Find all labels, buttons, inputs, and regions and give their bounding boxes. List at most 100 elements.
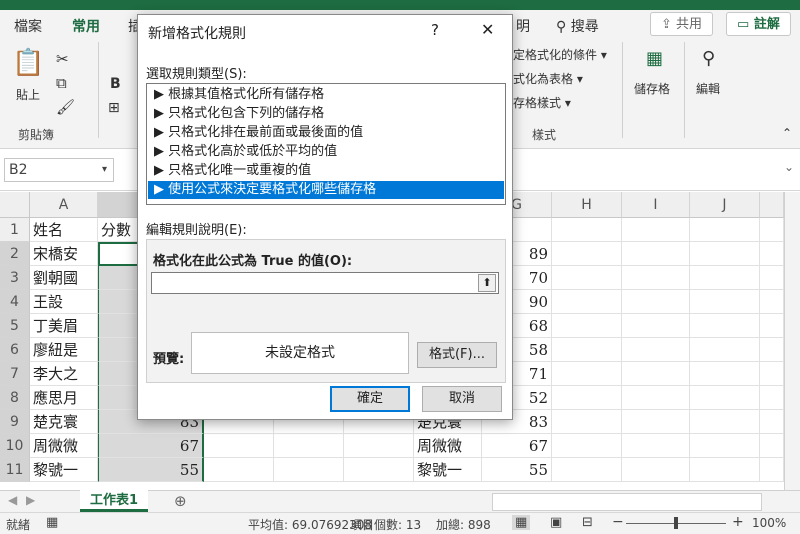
cell-empty[interactable] <box>760 362 784 386</box>
cell-empty[interactable] <box>552 338 622 362</box>
row-header[interactable]: 8 <box>0 386 30 410</box>
cell-empty[interactable] <box>552 314 622 338</box>
cell-name[interactable]: 宋橋安 <box>30 242 98 266</box>
vertical-scrollbar[interactable] <box>784 192 800 490</box>
cell-empty[interactable] <box>760 314 784 338</box>
cell-empty[interactable] <box>344 458 414 482</box>
select-all-corner[interactable] <box>0 192 30 218</box>
cell-empty[interactable] <box>622 410 690 434</box>
tab-file[interactable]: 檔案 <box>14 16 42 36</box>
col-header-i[interactable]: I <box>622 192 690 218</box>
page-break-icon[interactable]: ⊟ <box>582 515 593 530</box>
col-header-h[interactable]: H <box>552 192 622 218</box>
cell-empty[interactable] <box>622 290 690 314</box>
scroll-left-icon[interactable]: ◀ <box>8 493 17 507</box>
col-header-a[interactable]: A <box>30 192 98 218</box>
cell-empty[interactable] <box>552 458 622 482</box>
row-header[interactable]: 7 <box>0 362 30 386</box>
cell-name[interactable]: 周微微 <box>30 434 98 458</box>
horizontal-scrollbar[interactable] <box>492 493 762 511</box>
rule-type-item[interactable]: ▶ 只格式化唯一或重複的值 <box>148 162 512 180</box>
format-button[interactable]: 格式(F)... <box>417 342 497 368</box>
cell-empty[interactable] <box>622 242 690 266</box>
format-painter-icon[interactable]: 🖌 <box>56 98 75 116</box>
row-header[interactable]: 1 <box>0 218 30 242</box>
cell-empty[interactable] <box>274 458 344 482</box>
col-header-k[interactable] <box>760 192 784 218</box>
find-icon[interactable]: ⚲ <box>702 48 715 69</box>
zoom-out-icon[interactable]: − <box>612 514 624 530</box>
cell-score[interactable]: 67 <box>98 434 204 458</box>
cell-name[interactable]: 應思月 <box>30 386 98 410</box>
zoom-level[interactable]: 100% <box>752 516 786 530</box>
cell-empty[interactable] <box>622 362 690 386</box>
cell-empty[interactable] <box>760 290 784 314</box>
copy-icon[interactable]: ⧉ <box>56 74 67 92</box>
col-header-j[interactable]: J <box>690 192 760 218</box>
cell-empty[interactable] <box>690 458 760 482</box>
row-header[interactable]: 11 <box>0 458 30 482</box>
cell-empty[interactable] <box>760 458 784 482</box>
cell-empty[interactable] <box>760 266 784 290</box>
cell-empty[interactable] <box>760 410 784 434</box>
cell-empty[interactable] <box>690 386 760 410</box>
page-layout-icon[interactable]: ▣ <box>550 515 562 530</box>
cell-empty[interactable] <box>552 410 622 434</box>
comments-button[interactable]: ▭ 註解 <box>726 12 791 36</box>
cell-empty[interactable] <box>690 434 760 458</box>
rule-type-item[interactable]: ▶ 根據其值格式化所有儲存格 <box>148 86 512 104</box>
cell-empty[interactable] <box>274 434 344 458</box>
editing-button[interactable]: 編輯 <box>696 80 720 97</box>
add-sheet-icon[interactable]: ⊕ <box>174 492 187 510</box>
cell-score-copy[interactable]: 55 <box>482 458 552 482</box>
cut-icon[interactable]: ✂ <box>56 50 69 68</box>
conditional-format-button[interactable]: 定格式化的條件 ▾ <box>513 46 607 63</box>
row-header[interactable]: 2 <box>0 242 30 266</box>
cell-name[interactable]: 劉朝國 <box>30 266 98 290</box>
help-button[interactable]: ? <box>431 21 439 39</box>
rule-type-item[interactable]: ▶ 只格式化包含下列的儲存格 <box>148 105 512 123</box>
zoom-in-icon[interactable]: + <box>732 514 744 530</box>
cell-empty[interactable] <box>204 434 274 458</box>
cell-empty[interactable] <box>760 338 784 362</box>
cell-score-copy[interactable]: 67 <box>482 434 552 458</box>
expand-formula-icon[interactable]: ⌄ <box>784 160 794 174</box>
row-header[interactable]: 4 <box>0 290 30 314</box>
tab-home[interactable]: 常用 <box>72 16 100 42</box>
cell-name[interactable]: 楚克寰 <box>30 410 98 434</box>
cell-empty[interactable] <box>760 434 784 458</box>
sheet-tab-active[interactable]: 工作表1 <box>80 490 148 512</box>
cell-empty[interactable] <box>204 458 274 482</box>
cell-empty[interactable] <box>552 434 622 458</box>
bold-button[interactable]: B <box>110 76 121 92</box>
cell-empty[interactable] <box>552 290 622 314</box>
rule-type-list[interactable]: ▶ 根據其值格式化所有儲存格 ▶ 只格式化包含下列的儲存格 ▶ 只格式化排在最前… <box>146 83 506 205</box>
cell-name[interactable]: 廖紐是 <box>30 338 98 362</box>
cell-empty[interactable] <box>552 242 622 266</box>
row-header[interactable]: 9 <box>0 410 30 434</box>
scroll-right-icon[interactable]: ▶ <box>26 493 35 507</box>
normal-view-icon[interactable]: ▦ <box>512 515 531 530</box>
name-box[interactable]: B2 ▾ <box>4 158 114 182</box>
cell-empty[interactable] <box>690 266 760 290</box>
cell-name[interactable]: 王設 <box>30 290 98 314</box>
cell-name-copy[interactable]: 周微微 <box>414 434 482 458</box>
cell-empty[interactable] <box>552 362 622 386</box>
zoom-slider-thumb[interactable] <box>674 517 678 529</box>
cell-empty[interactable] <box>690 290 760 314</box>
cell-name[interactable]: 丁美眉 <box>30 314 98 338</box>
collapse-ribbon-icon[interactable]: ⌃ <box>782 126 792 140</box>
border-icon[interactable]: ⊞ <box>108 100 120 116</box>
cell-empty[interactable] <box>622 314 690 338</box>
macro-record-icon[interactable]: ▦ <box>46 515 58 530</box>
cell-empty[interactable] <box>622 434 690 458</box>
cell-styles-button[interactable]: 存格樣式 ▾ <box>513 94 571 111</box>
row-header[interactable]: 10 <box>0 434 30 458</box>
row-header[interactable]: 6 <box>0 338 30 362</box>
row-header[interactable]: 5 <box>0 314 30 338</box>
cell-empty[interactable] <box>622 458 690 482</box>
cell-name-copy[interactable]: 黎號一 <box>414 458 482 482</box>
cell-empty[interactable] <box>622 266 690 290</box>
cell-empty[interactable] <box>690 314 760 338</box>
tab-partial[interactable]: 明 <box>516 16 530 36</box>
